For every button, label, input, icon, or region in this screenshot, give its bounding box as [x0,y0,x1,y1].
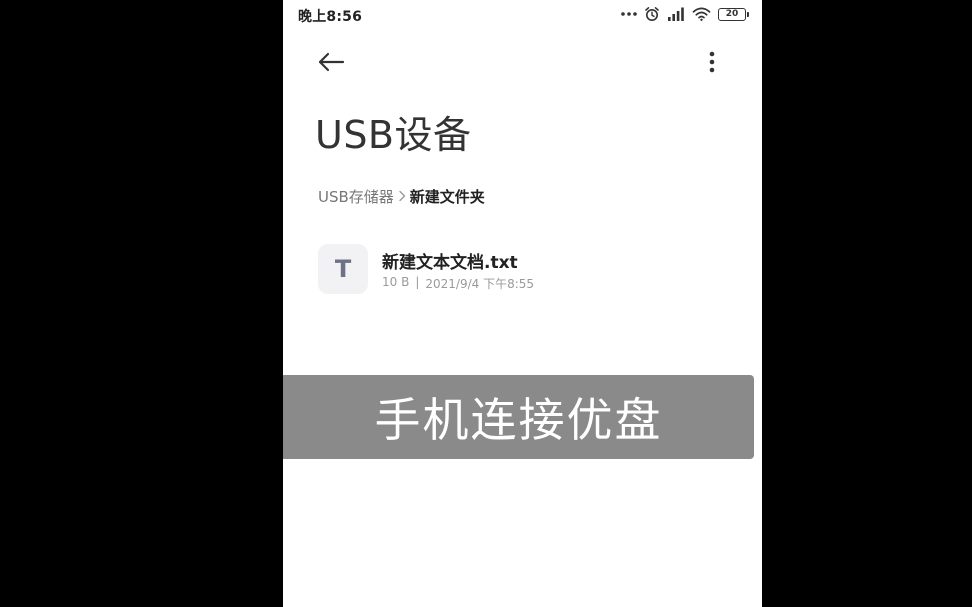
caption-overlay: 手机连接优盘 [283,375,754,459]
chevron-right-icon [398,190,406,202]
wifi-icon [692,7,711,21]
file-meta: 10 B | 2021/9/4 下午8:55 [382,275,534,292]
page-title: USB设备 [315,113,472,157]
breadcrumb: USB存储器 新建文件夹 [318,186,485,206]
signal-icon [667,7,685,21]
battery-indicator: 20 [718,7,749,21]
arrow-left-icon [317,52,345,76]
file-modified-date: 2021/9/4 下午8:55 [425,277,535,291]
breadcrumb-current[interactable]: 新建文件夹 [410,186,485,207]
breadcrumb-root[interactable]: USB存储器 [318,186,394,207]
top-bar [283,40,762,88]
status-bar: 晚上8:56 20 [283,0,762,28]
more-options-button[interactable] [700,50,724,78]
back-button[interactable] [315,50,347,78]
file-size: 10 B [382,275,410,289]
file-icon-letter: T [334,255,352,283]
file-list-item[interactable]: T 新建文本文档.txt 10 B | 2021/9/4 下午8:55 [318,242,738,296]
phone-screen: 晚上8:56 20 USB设备 USB存储器 新建文件夹 T 新建文本文档.tx… [283,0,762,607]
more-vertical-icon [709,51,715,77]
status-icons: 20 [621,5,749,23]
alarm-icon [644,6,660,22]
file-meta-separator: | [415,275,420,289]
text-file-icon: T [318,244,368,294]
caption-text: 手机连接优盘 [374,393,663,447]
notification-dots-icon [621,11,637,17]
status-time: 晚上8:56 [298,9,363,25]
file-name: 新建文本文档.txt [382,253,518,273]
